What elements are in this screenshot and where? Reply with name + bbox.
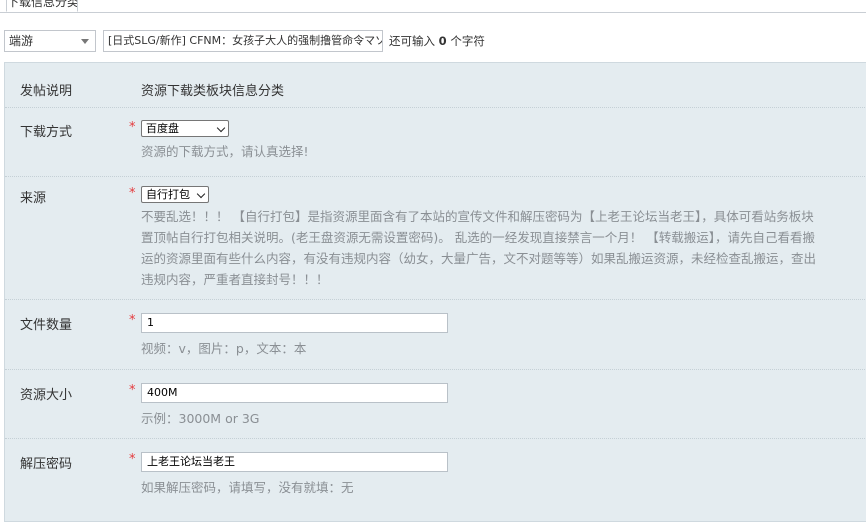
password-hint: 如果解压密码，请填写，没有就填：无 <box>141 480 354 495</box>
download-method-label: 下载方式 <box>20 125 73 140</box>
file-count-label: 文件数量 <box>20 318 73 333</box>
info-form-panel: 发帖说明 资源下载类板块信息分类 下载方式 * 百度盘 资源的下载方式，请认真选… <box>4 62 866 522</box>
row-download-method: 下载方式 * 百度盘 资源的下载方式，请认真选择! <box>5 108 866 177</box>
source-desc-line: 运的资源里面有些什么内容，有没有违规内容（幼女，大量广告，文不对题等等）如果乱搬… <box>141 251 817 266</box>
required-mark: * <box>129 120 136 135</box>
password-input[interactable]: 上老王论坛当老王 <box>141 452 448 472</box>
password-label: 解压密码 <box>20 457 73 472</box>
tab-download-info[interactable]: 下载信息分类 <box>6 0 78 12</box>
char-count-prefix: 还可输入 <box>389 34 435 48</box>
row-source: 来源 * 自行打包 不要乱选！！！ 【自行打包】是指资源里面含有了本站的宣传文件… <box>5 177 866 300</box>
required-mark: * <box>129 452 136 467</box>
char-count: 还可输入 0 个字符 <box>389 30 485 52</box>
required-mark: * <box>129 186 136 201</box>
row-password: 解压密码 * 上老王论坛当老王 如果解压密码，请填写，没有就填：无 <box>5 439 866 523</box>
row-size: 资源大小 * 400M 示例：3000M or 3G <box>5 370 866 439</box>
source-desc-line: 不要乱选！！！ 【自行打包】是指资源里面含有了本站的宣传文件和解压密码为【上老王… <box>141 209 814 224</box>
tab-bar: 下载信息分类 <box>0 0 866 13</box>
category-select-value: 端游 <box>9 34 34 48</box>
thread-title-input[interactable]: [日式SLG/新作] CFNM：女孩子大人的强制撸管命令マゾ <box>103 30 383 52</box>
size-hint: 示例：3000M or 3G <box>141 411 260 426</box>
source-value: 自行打包 <box>146 188 190 201</box>
size-label: 资源大小 <box>20 388 73 403</box>
source-select[interactable]: 自行打包 <box>141 186 209 203</box>
chevron-down-icon <box>196 189 206 199</box>
title-line: 端游 [日式SLG/新作] CFNM：女孩子大人的强制撸管命令マゾ 还可输入 0… <box>0 30 866 52</box>
required-mark: * <box>129 313 136 328</box>
row-intro: 发帖说明 资源下载类板块信息分类 <box>5 63 866 108</box>
file-count-input[interactable]: 1 <box>141 313 448 333</box>
download-method-hint: 资源的下载方式，请认真选择! <box>141 144 309 159</box>
source-label: 来源 <box>20 191 47 206</box>
char-count-suffix: 个字符 <box>450 34 485 48</box>
download-method-value: 百度盘 <box>146 122 179 135</box>
size-input[interactable]: 400M <box>141 383 448 403</box>
char-count-value: 0 <box>438 34 447 48</box>
source-desc-line: 置顶帖自行打包相关说明。(老王盘资源无需设置密码)。 乱选的一经发现直接禁言一个… <box>141 230 815 245</box>
row-file-count: 文件数量 * 1 视频：v，图片：p，文本：本 <box>5 300 866 370</box>
source-description: 不要乱选！！！ 【自行打包】是指资源里面含有了本站的宣传文件和解压密码为【上老王… <box>141 206 866 290</box>
intro-label: 发帖说明 <box>20 84 73 99</box>
download-method-select[interactable]: 百度盘 <box>141 120 229 137</box>
source-desc-line: 违规内容，严重者直接封号！！！ <box>141 272 329 287</box>
file-count-hint: 视频：v，图片：p，文本：本 <box>141 341 307 356</box>
intro-value: 资源下载类板块信息分类 <box>141 84 285 99</box>
required-mark: * <box>129 383 136 398</box>
dropdown-arrow-icon <box>81 39 89 44</box>
category-select[interactable]: 端游 <box>4 30 96 52</box>
chevron-down-icon <box>216 123 226 133</box>
